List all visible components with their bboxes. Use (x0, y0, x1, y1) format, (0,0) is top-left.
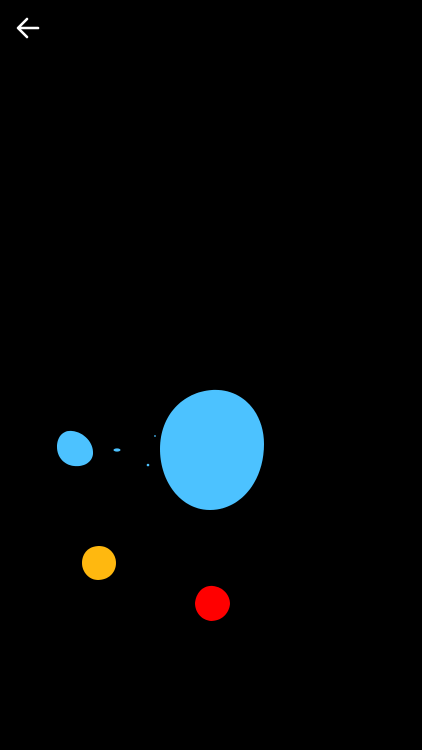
back-button[interactable] (10, 10, 46, 46)
small-blue-blob[interactable] (57, 430, 94, 467)
large-blue-blob[interactable] (160, 389, 264, 510)
blue-droplet (113, 448, 121, 452)
red-blob[interactable] (195, 585, 230, 621)
playfield[interactable] (0, 0, 422, 750)
blue-droplet (154, 435, 156, 437)
game-screen (0, 0, 422, 750)
arrow-left-icon (16, 17, 40, 39)
blue-droplet (146, 463, 150, 467)
yellow-blob[interactable] (82, 546, 116, 580)
